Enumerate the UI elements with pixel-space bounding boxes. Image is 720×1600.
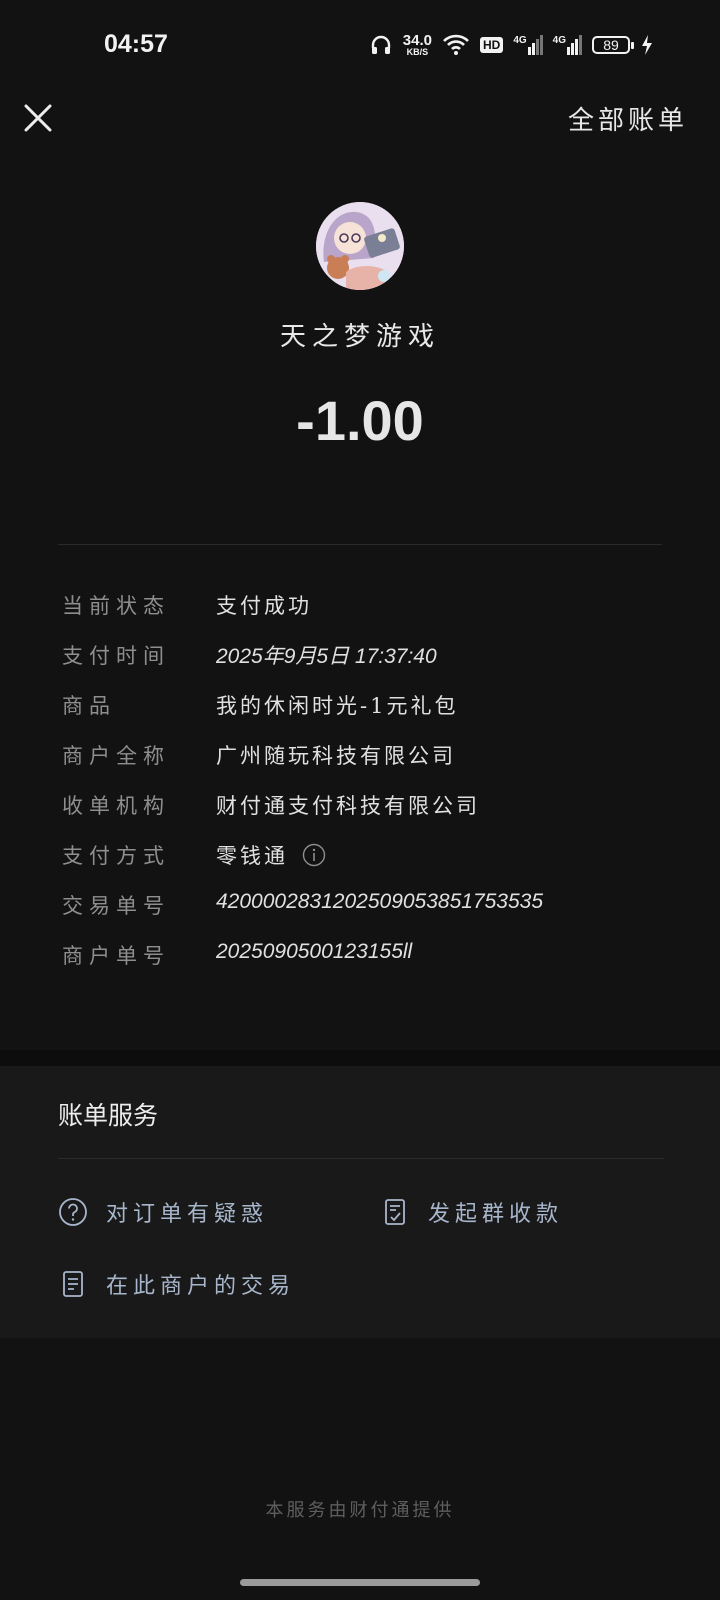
info-icon[interactable] <box>302 843 326 867</box>
service-merchant-transactions[interactable]: 在此商户的交易 <box>58 1268 295 1300</box>
signal-label: 4G <box>552 35 566 46</box>
detail-row-method: 支付方式 零钱通 <box>58 840 678 890</box>
detail-label: 当前状态 <box>62 594 170 618</box>
detail-row-status: 当前状态 支付成功 <box>58 590 678 640</box>
signal-icon: 4G <box>513 35 543 55</box>
divider <box>58 544 662 545</box>
payment-amount: -1.00 <box>296 389 424 452</box>
merchant-order-value[interactable]: 2025090500123155ll <box>216 940 412 964</box>
home-indicator[interactable] <box>240 1579 480 1586</box>
battery-level: 89 <box>603 37 619 53</box>
detail-value[interactable]: 4200002831202509053851753535 <box>216 890 543 914</box>
net-speed-value: 34.0 <box>402 32 432 49</box>
status-value: 支付成功 <box>216 594 312 618</box>
payment-method-value: 零钱通 <box>216 844 288 868</box>
detail-value: 财付通支付科技有限公司 <box>216 790 480 820</box>
battery-icon: 89 <box>592 36 634 54</box>
status-bar: 04:57 34.0 KB/S HD 4G 4G 89 <box>0 0 720 90</box>
document-icon <box>63 1271 83 1297</box>
detail-label: 商户单号 <box>62 944 170 968</box>
detail-value: 零钱通 <box>216 840 326 870</box>
status-time: 04:57 <box>104 30 168 58</box>
avatar-illustration <box>316 202 404 290</box>
status-icons: 34.0 KB/S HD 4G 4G 89 <box>369 30 654 60</box>
service-order-question[interactable]: 对订单有疑惑 <box>58 1196 268 1228</box>
headphones-icon <box>371 35 390 54</box>
service-group-collect[interactable]: 发起群收款 <box>380 1196 563 1228</box>
hd-icon: HD <box>479 37 504 53</box>
detail-label: 商品 <box>62 694 116 718</box>
signal-label: 4G <box>513 35 527 46</box>
detail-label: 收单机构 <box>62 794 170 818</box>
detail-label: 支付方式 <box>62 844 170 868</box>
payment-time-value: 2025年9月5日 17:37:40 <box>216 645 437 668</box>
detail-label: 商户全称 <box>62 744 170 768</box>
top-bar: 全部账单 <box>0 90 720 150</box>
net-speed-unit: KB/S <box>406 47 429 57</box>
bill-services-panel: 账单服务 对订单有疑惑 发起群收款 在此商户的交易 <box>0 1066 720 1338</box>
wifi-icon <box>443 34 469 55</box>
close-icon[interactable] <box>18 98 58 138</box>
detail-label: 交易单号 <box>62 894 170 918</box>
detail-label: 支付时间 <box>62 644 170 668</box>
service-label: 对订单有疑惑 <box>106 1202 269 1227</box>
merchant-fullname-value: 广州随玩科技有限公司 <box>216 744 456 768</box>
all-bills-link[interactable]: 全部账单 <box>568 100 688 137</box>
charging-icon <box>642 35 652 55</box>
detail-row-transaction-id: 交易单号 4200002831202509053851753535 <box>58 890 678 940</box>
footer-note: 本服务由财付通提供 <box>265 1500 455 1521</box>
detail-row-acquirer: 收单机构 财付通支付科技有限公司 <box>58 790 678 840</box>
service-label: 在此商户的交易 <box>106 1274 296 1299</box>
detail-row-time: 支付时间 2025年9月5日 17:37:40 <box>58 640 678 690</box>
detail-value: 广州随玩科技有限公司 <box>216 740 456 770</box>
product-value: 我的休闲时光-1元礼包 <box>216 694 459 718</box>
detail-row-merchant-order: 商户单号 2025090500123155ll <box>58 940 678 990</box>
section-separator <box>0 1050 720 1066</box>
detail-row-merchant: 商户全称 广州随玩科技有限公司 <box>58 740 678 790</box>
question-circle-icon <box>59 1198 87 1226</box>
detail-row-product: 商品 我的休闲时光-1元礼包 <box>58 690 678 740</box>
divider <box>58 1158 664 1159</box>
acquirer-value: 财付通支付科技有限公司 <box>216 794 480 818</box>
checklist-icon <box>385 1199 405 1225</box>
signal-icon: 4G <box>553 35 582 55</box>
avatar <box>316 202 404 290</box>
service-label: 发起群收款 <box>428 1202 564 1227</box>
net-speed: 34.0 KB/S <box>403 33 432 57</box>
merchant-name: 天之梦游戏 <box>279 322 440 352</box>
detail-value: 2025年9月5日 17:37:40 <box>216 640 437 670</box>
services-title: 账单服务 <box>58 1101 159 1130</box>
transaction-id-value[interactable]: 4200002831202509053851753535 <box>216 890 543 914</box>
detail-value[interactable]: 2025090500123155ll <box>216 940 412 964</box>
detail-value: 我的休闲时光-1元礼包 <box>216 690 458 720</box>
detail-value: 支付成功 <box>216 590 312 620</box>
transaction-details: 当前状态 支付成功 支付时间 2025年9月5日 17:37:40 商品 我的休… <box>58 590 678 990</box>
